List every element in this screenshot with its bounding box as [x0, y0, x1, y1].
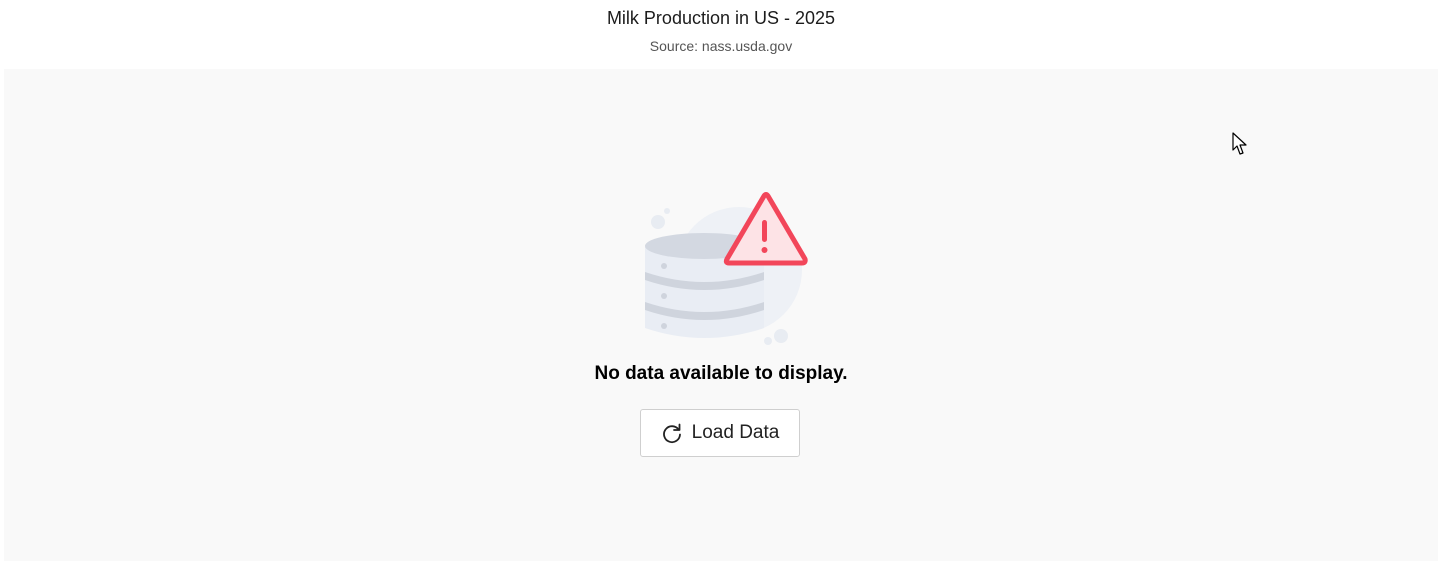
chart-source: Source: nass.usda.gov [649, 38, 793, 54]
load-data-button[interactable]: Load Data [640, 409, 800, 457]
empty-state-message: No data available to display. [594, 363, 848, 384]
chart-header: Milk Production in US - 2025 Source: nas… [0, 0, 1442, 69]
load-data-label: Load Data [691, 422, 780, 443]
mouse-cursor-icon [1232, 132, 1247, 155]
chart-title: Milk Production in US - 2025 [606, 8, 836, 28]
database-warning-icon [645, 192, 808, 345]
refresh-icon [662, 423, 681, 444]
